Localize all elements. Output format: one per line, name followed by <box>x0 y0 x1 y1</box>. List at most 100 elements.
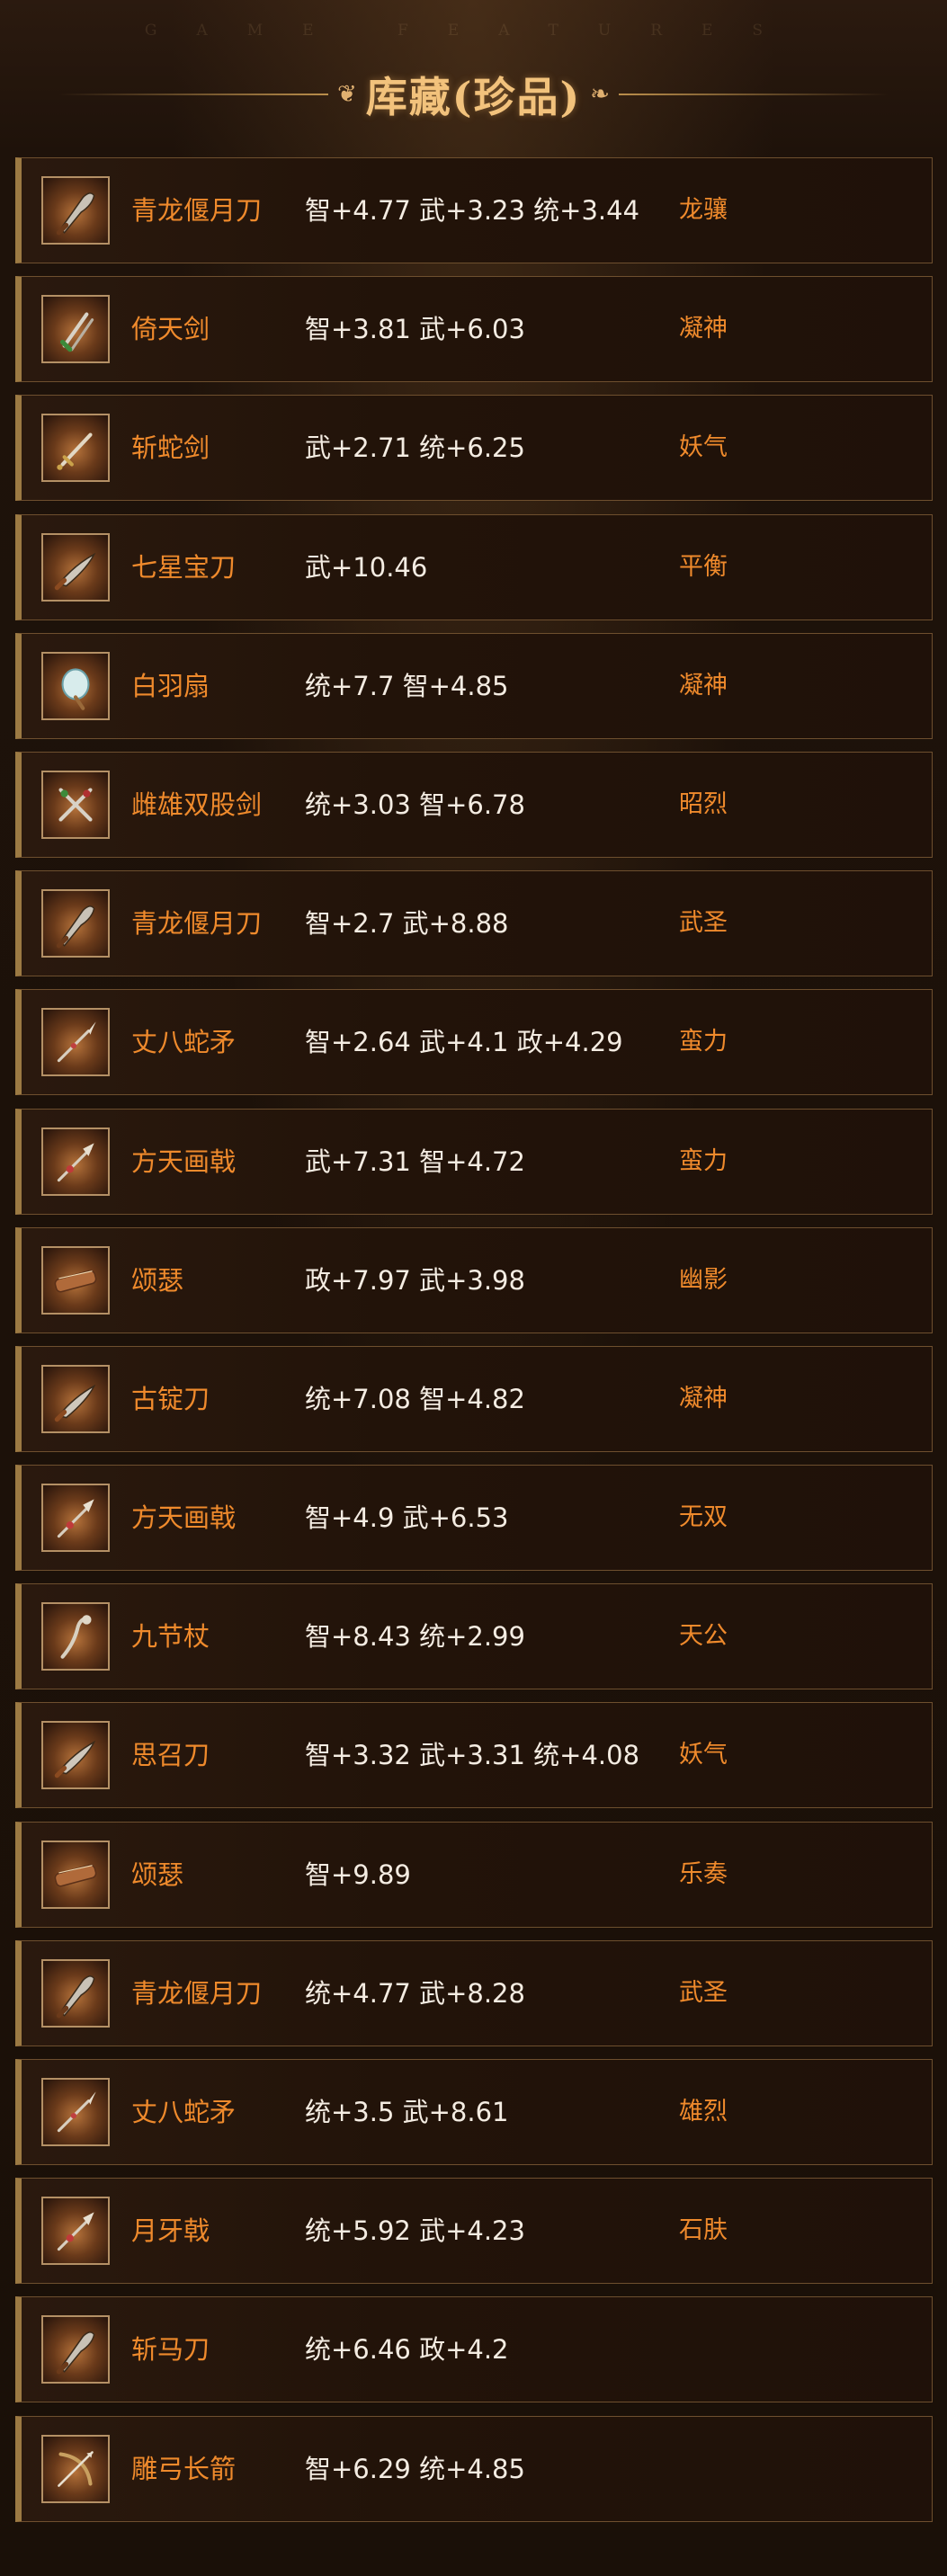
item-stats: 武+10.46 <box>305 551 428 583</box>
staff-icon <box>41 1602 110 1671</box>
item-name: 方天画戟 <box>131 1145 237 1177</box>
treasure-list: 青龙偃月刀 智+4.77 武+3.23 统+3.44 龙骧倚天剑 智+3.81 武+6… <box>15 157 933 2535</box>
treasure-row[interactable]: 青龙偃月刀 智+2.7 武+8.88 武圣 <box>15 870 933 977</box>
item-name: 颂瑟 <box>131 1858 184 1890</box>
item-stats: 统+3.5 武+8.61 <box>305 2097 509 2127</box>
treasure-row[interactable]: 古锭刀 统+7.08 智+4.82 凝神 <box>15 1345 933 1452</box>
halberd-icon <box>41 1484 110 1553</box>
item-trait: 乐奏 <box>679 1859 728 1888</box>
treasure-row[interactable]: 七星宝刀 武+10.46 平衡 <box>15 513 933 620</box>
treasure-row[interactable]: 斩马刀 统+6.46 政+4.2 <box>15 2296 933 2403</box>
item-stats: 智+4.77 武+3.23 统+3.44 <box>305 195 640 226</box>
treasure-row[interactable]: 颂瑟 智+9.89 乐奏 <box>15 1821 933 1928</box>
item-name: 斩蛇剑 <box>131 432 210 464</box>
treasure-row[interactable]: 白羽扇 统+7.7 智+4.85 凝神 <box>15 632 933 739</box>
item-name: 丈八蛇矛 <box>131 2097 237 2127</box>
bow-arrow-icon <box>41 2434 110 2503</box>
item-name: 月牙戟 <box>131 2215 210 2247</box>
saber-icon <box>41 532 110 602</box>
blade-icon <box>41 176 110 245</box>
item-trait: 天公 <box>679 1622 728 1651</box>
zither-icon <box>41 1245 110 1315</box>
title-divider-right <box>619 94 889 95</box>
item-stats: 统+6.46 政+4.2 <box>305 2334 509 2366</box>
halberd-icon <box>41 2197 110 2266</box>
item-trait: 凝神 <box>679 671 728 700</box>
item-trait: 凝神 <box>679 315 728 343</box>
item-trait: 平衡 <box>679 552 728 581</box>
item-name: 青龙偃月刀 <box>131 908 263 940</box>
spear-icon <box>41 2078 110 2146</box>
item-stats: 政+7.97 武+3.98 <box>305 1264 525 1296</box>
item-name: 颂瑟 <box>131 1264 184 1296</box>
treasure-row[interactable]: 丈八蛇矛 智+2.64 武+4.1 政+4.29 蛮力 <box>15 989 933 1096</box>
saber-icon <box>41 1364 110 1433</box>
item-trait: 石肤 <box>679 2216 728 2245</box>
treasure-row[interactable]: 雕弓长箭 智+6.29 统+4.85 <box>15 2415 933 2522</box>
treasure-row[interactable]: 雌雄双股剑 统+3.03 智+6.78 昭烈 <box>15 751 933 858</box>
treasure-row[interactable]: 方天画戟 智+4.9 武+6.53 无双 <box>15 1465 933 1572</box>
item-trait: 雄烈 <box>679 2098 728 2126</box>
item-stats: 统+7.08 智+4.82 <box>305 1383 525 1414</box>
spear-icon <box>41 1008 110 1077</box>
page: GAME FEATURES ❦ 库藏(珍品) ❧ 青龙偃月刀 智+4.77 武+3… <box>0 0 947 2576</box>
item-name: 青龙偃月刀 <box>131 1977 263 2009</box>
item-stats: 统+5.92 武+4.23 <box>305 2215 525 2247</box>
item-name: 雌雄双股剑 <box>131 789 263 820</box>
item-trait: 妖气 <box>679 433 728 462</box>
treasure-row[interactable]: 倚天剑 智+3.81 武+6.03 凝神 <box>15 276 933 383</box>
item-trait: 幽影 <box>679 1265 728 1294</box>
feather-fan-icon <box>41 651 110 720</box>
item-stats: 统+4.77 武+8.28 <box>305 1977 525 2009</box>
treasure-row[interactable]: 丈八蛇矛 统+3.5 武+8.61 雄烈 <box>15 2059 933 2165</box>
treasure-row[interactable]: 青龙偃月刀 智+4.77 武+3.23 统+3.44 龙骧 <box>15 157 933 263</box>
saber-icon <box>41 1721 110 1790</box>
crossed-swords-icon <box>41 770 110 839</box>
item-stats: 智+3.32 武+3.31 统+4.08 <box>305 1740 640 1771</box>
page-title: 库藏(珍品) <box>365 73 582 121</box>
item-stats: 武+7.31 智+4.72 <box>305 1145 525 1177</box>
halberd-icon <box>41 1127 110 1196</box>
item-trait: 蛮力 <box>679 1028 728 1056</box>
item-name: 古锭刀 <box>131 1383 210 1414</box>
sword-icon <box>41 414 110 483</box>
item-name: 九节杖 <box>131 1621 210 1653</box>
treasure-row[interactable]: 青龙偃月刀 统+4.77 武+8.28 武圣 <box>15 1939 933 2046</box>
item-name: 斩马刀 <box>131 2334 210 2366</box>
treasure-row[interactable]: 九节杖 智+8.43 统+2.99 天公 <box>15 1583 933 1690</box>
ornament-left-icon: ❦ <box>336 81 357 108</box>
treasure-row[interactable]: 斩蛇剑 武+2.71 统+6.25 妖气 <box>15 395 933 502</box>
item-stats: 智+6.29 统+4.85 <box>305 2453 525 2484</box>
item-stats: 统+7.7 智+4.85 <box>305 670 509 701</box>
treasure-row[interactable]: 方天画戟 武+7.31 智+4.72 蛮力 <box>15 1108 933 1215</box>
item-stats: 智+8.43 统+2.99 <box>305 1621 525 1653</box>
title-row: ❦ 库藏(珍品) ❧ <box>0 63 947 126</box>
treasure-row[interactable]: 思召刀 智+3.32 武+3.31 统+4.08 妖气 <box>15 1702 933 1809</box>
blade-icon <box>41 2315 110 2384</box>
item-name: 方天画戟 <box>131 1502 237 1534</box>
item-trait: 昭烈 <box>679 789 728 818</box>
title-divider-left <box>58 94 328 95</box>
twin-sword-icon <box>41 295 110 364</box>
treasure-row[interactable]: 颂瑟 政+7.97 武+3.98 幽影 <box>15 1226 933 1333</box>
item-trait: 无双 <box>679 1503 728 1532</box>
treasure-row[interactable]: 月牙戟 统+5.92 武+4.23 石肤 <box>15 2178 933 2285</box>
item-name: 丈八蛇矛 <box>131 1027 237 1058</box>
item-name: 白羽扇 <box>131 670 210 701</box>
header: GAME FEATURES ❦ 库藏(珍品) ❧ <box>0 0 947 157</box>
item-stats: 智+2.7 武+8.88 <box>305 908 509 940</box>
item-name: 倚天剑 <box>131 314 210 345</box>
item-name: 思召刀 <box>131 1740 210 1771</box>
ornament-right-icon: ❧ <box>590 81 611 108</box>
blade-icon <box>41 889 110 958</box>
item-trait: 凝神 <box>679 1384 728 1413</box>
item-trait: 龙骧 <box>679 196 728 224</box>
item-name: 雕弓长箭 <box>131 2453 237 2484</box>
item-stats: 智+2.64 武+4.1 政+4.29 <box>305 1027 623 1058</box>
item-trait: 妖气 <box>679 1741 728 1769</box>
item-trait: 武圣 <box>679 1978 728 2007</box>
zither-icon <box>41 1840 110 1909</box>
item-trait: 武圣 <box>679 909 728 938</box>
blade-icon <box>41 1958 110 2028</box>
item-trait: 蛮力 <box>679 1146 728 1175</box>
